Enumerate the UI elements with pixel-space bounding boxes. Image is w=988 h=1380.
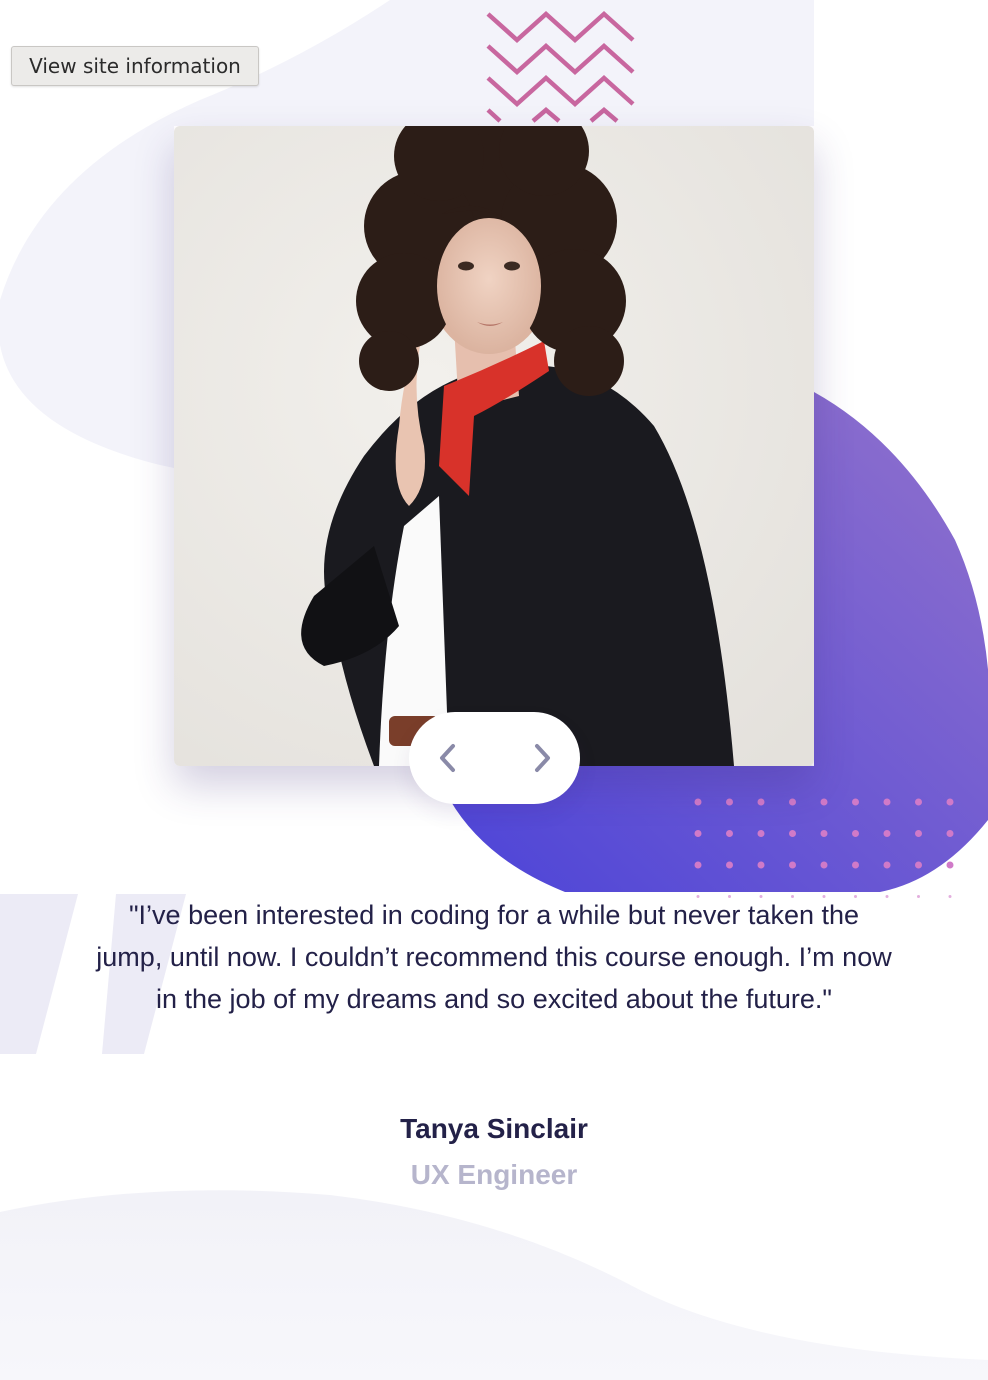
dot	[726, 830, 733, 837]
dot	[820, 861, 828, 869]
dot	[852, 830, 859, 837]
dot	[883, 861, 891, 869]
dot	[915, 798, 922, 806]
dot	[726, 798, 733, 806]
testimonial-quote: "I’ve been interested in coding for a wh…	[96, 900, 892, 1014]
dot	[915, 861, 922, 869]
dot	[694, 830, 702, 837]
dot	[820, 798, 828, 806]
dot	[789, 861, 796, 869]
dot	[820, 830, 828, 837]
dot	[694, 861, 702, 869]
dot	[917, 895, 920, 898]
dot	[946, 830, 954, 837]
bottom-wave-shape	[0, 1190, 988, 1380]
dot	[852, 861, 859, 869]
testimonial-photo	[174, 126, 814, 766]
dot	[883, 830, 891, 837]
dot	[915, 830, 922, 837]
dot	[948, 895, 952, 898]
next-button[interactable]	[519, 735, 565, 781]
author-role: UX Engineer	[410, 1159, 578, 1190]
dot	[757, 830, 765, 837]
dot	[883, 798, 891, 806]
slider-navigation	[409, 712, 580, 804]
chevron-left-icon	[440, 744, 455, 772]
author-name: Tanya Sinclair	[400, 1113, 588, 1144]
dot	[789, 798, 796, 806]
dot	[694, 798, 702, 806]
quote-mark-decoration	[0, 894, 78, 1054]
chevron-right-icon	[535, 744, 550, 772]
previous-button[interactable]	[425, 735, 471, 781]
dot	[726, 861, 733, 869]
dot	[946, 861, 954, 869]
view-site-information-button[interactable]: View site information	[11, 46, 259, 86]
dot	[852, 798, 859, 806]
dot	[757, 798, 765, 806]
dot	[757, 861, 765, 869]
portrait-image	[174, 126, 814, 766]
dot	[789, 830, 796, 837]
dot	[946, 798, 954, 806]
